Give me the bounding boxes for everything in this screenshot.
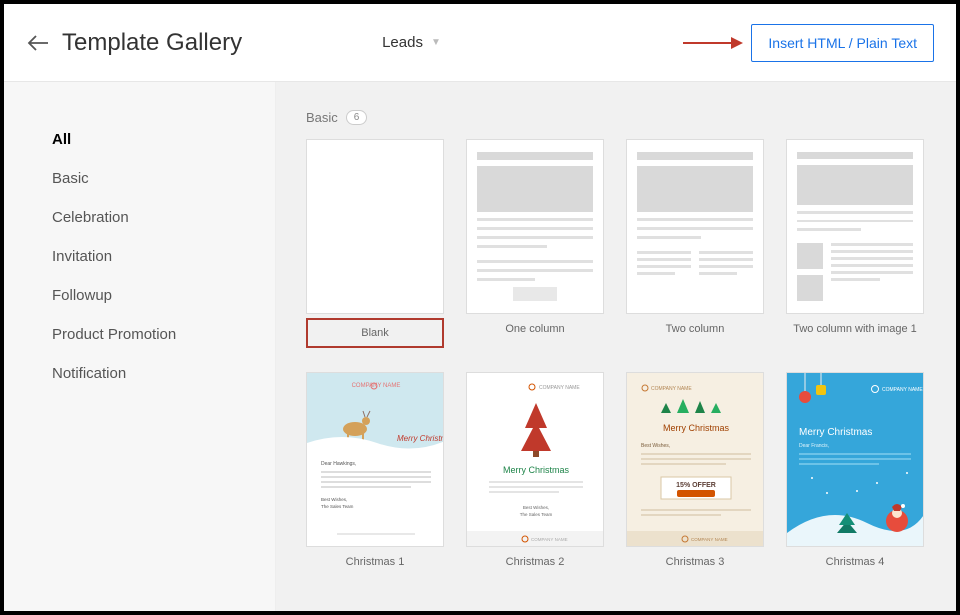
section-title: Basic bbox=[306, 110, 338, 125]
section-header: Basic 6 bbox=[306, 110, 930, 125]
svg-text:COMPANY NAME: COMPANY NAME bbox=[651, 386, 692, 392]
template-label: Christmas 1 bbox=[306, 547, 444, 588]
content-body: All Basic Celebration Invitation Followu… bbox=[4, 82, 956, 611]
svg-text:The Sales Team: The Sales Team bbox=[321, 504, 354, 509]
template-label: Two column bbox=[626, 314, 764, 355]
template-two-column-image-1[interactable]: Two column with image 1 bbox=[786, 139, 924, 362]
sidebar-item-basic[interactable]: Basic bbox=[52, 159, 275, 198]
sidebar-item-all[interactable]: All bbox=[52, 120, 275, 159]
svg-text:Best Wishes,: Best Wishes, bbox=[321, 497, 347, 502]
template-christmas-4[interactable]: COMPANY NAME Merry Christmas Dear Franci… bbox=[786, 372, 924, 588]
section-count-badge: 6 bbox=[346, 110, 368, 125]
template-grid-area: Basic 6 Blank One col bbox=[276, 82, 956, 611]
header-bar: Template Gallery Leads ▼ Insert HTML / P… bbox=[4, 4, 956, 82]
svg-text:Merry Christmas: Merry Christmas bbox=[799, 427, 872, 438]
template-gallery-window: Template Gallery Leads ▼ Insert HTML / P… bbox=[0, 0, 960, 615]
svg-text:Dear Hawkings,: Dear Hawkings, bbox=[321, 461, 356, 467]
template-christmas-3[interactable]: COMPANY NAME Merry Christmas Best Wishes… bbox=[626, 372, 764, 588]
page-title: Template Gallery bbox=[62, 29, 242, 57]
svg-text:COMPANY NAME: COMPANY NAME bbox=[531, 537, 568, 542]
callout-arrow-icon bbox=[683, 37, 743, 49]
sidebar-item-notification[interactable]: Notification bbox=[52, 354, 275, 393]
sidebar-item-followup[interactable]: Followup bbox=[52, 276, 275, 315]
template-blank[interactable]: Blank bbox=[306, 139, 444, 362]
svg-text:Merry Christmas: Merry Christmas bbox=[397, 434, 444, 443]
sidebar-item-celebration[interactable]: Celebration bbox=[52, 198, 275, 237]
svg-text:Best Wishes,: Best Wishes, bbox=[641, 443, 670, 449]
svg-text:COMPANY NAME: COMPANY NAME bbox=[539, 385, 580, 391]
template-two-column[interactable]: Two column bbox=[626, 139, 764, 362]
sidebar-item-invitation[interactable]: Invitation bbox=[52, 237, 275, 276]
template-label: One column bbox=[466, 314, 604, 355]
svg-text:The Sales Team: The Sales Team bbox=[520, 512, 553, 517]
module-selector[interactable]: Leads ▼ bbox=[382, 34, 441, 51]
svg-text:15% OFFER: 15% OFFER bbox=[676, 482, 716, 489]
template-label: Christmas 3 bbox=[626, 547, 764, 588]
template-label: Blank bbox=[306, 318, 444, 348]
svg-text:Best Wishes,: Best Wishes, bbox=[523, 505, 549, 510]
template-one-column[interactable]: One column bbox=[466, 139, 604, 362]
template-label: Christmas 2 bbox=[466, 547, 604, 588]
svg-text:Merry Christmas: Merry Christmas bbox=[663, 423, 730, 433]
template-christmas-2[interactable]: COMPANY NAME Merry Christmas Best Wishes… bbox=[466, 372, 604, 588]
svg-text:Dear Francis,: Dear Francis, bbox=[799, 443, 829, 449]
category-sidebar: All Basic Celebration Invitation Followu… bbox=[4, 82, 276, 611]
template-label: Christmas 4 bbox=[786, 547, 924, 588]
template-label: Two column with image 1 bbox=[786, 314, 924, 355]
sidebar-item-product-promotion[interactable]: Product Promotion bbox=[52, 315, 275, 354]
template-christmas-1[interactable]: COMPANY NAME Merry Christmas Dear Hawkin… bbox=[306, 372, 444, 588]
module-label: Leads bbox=[382, 34, 423, 51]
svg-text:COMPANY NAME: COMPANY NAME bbox=[691, 537, 728, 542]
back-arrow-icon[interactable] bbox=[26, 31, 50, 55]
svg-text:Merry Christmas: Merry Christmas bbox=[503, 465, 570, 475]
chevron-down-icon: ▼ bbox=[431, 37, 441, 48]
svg-text:COMPANY NAME: COMPANY NAME bbox=[882, 387, 923, 393]
template-grid: Blank One column bbox=[306, 139, 930, 588]
insert-html-button[interactable]: Insert HTML / Plain Text bbox=[751, 24, 934, 62]
